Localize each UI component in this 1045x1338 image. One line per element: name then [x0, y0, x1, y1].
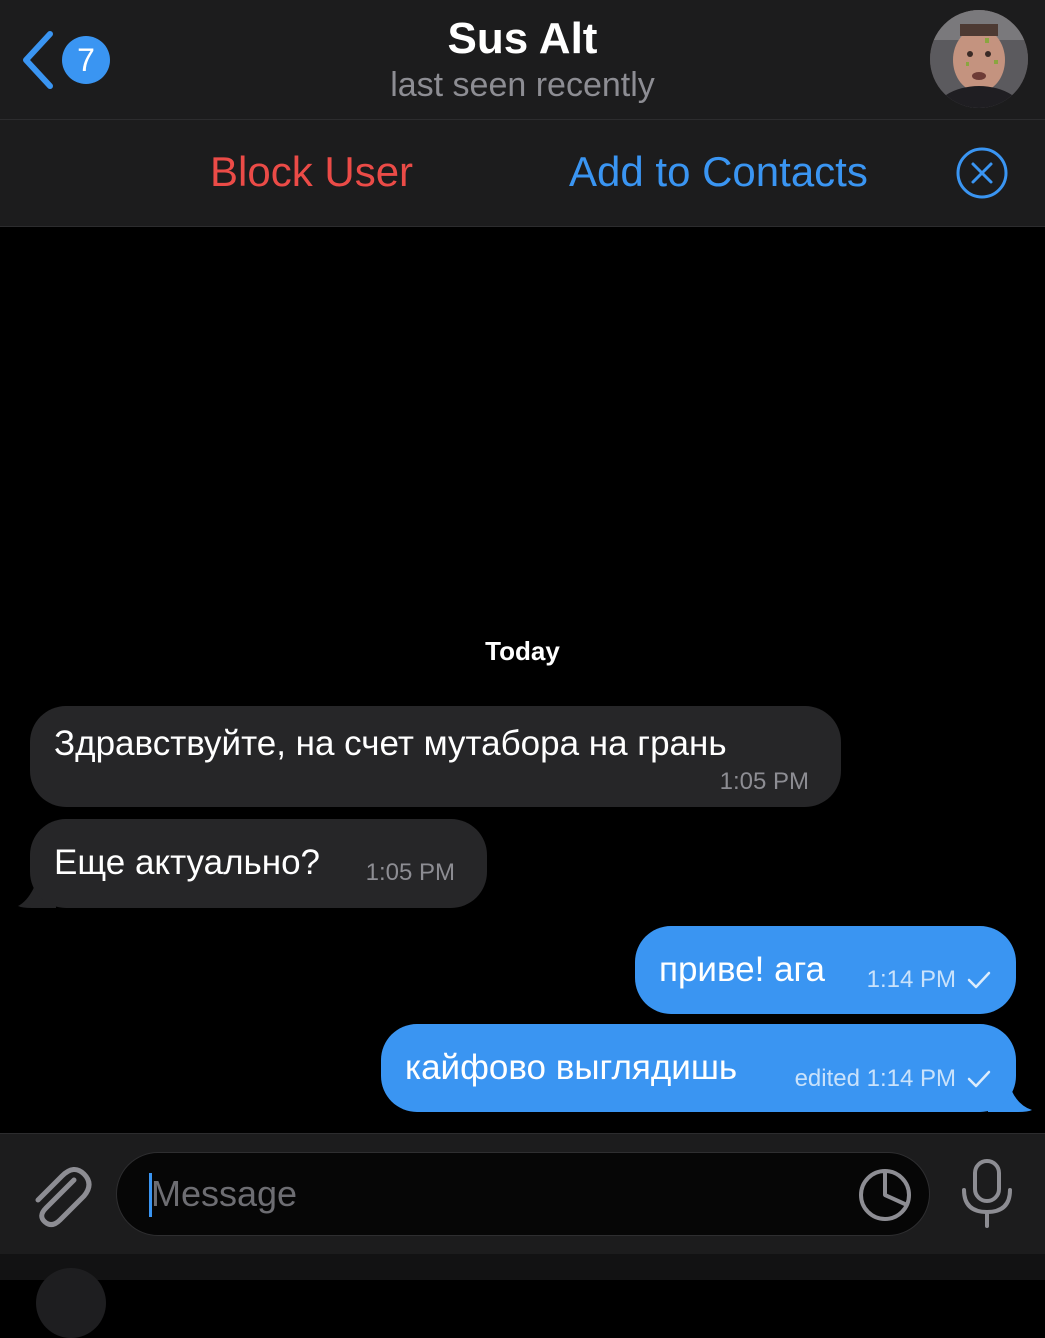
avatar[interactable] [930, 10, 1028, 108]
message-time: 1:14 PM [866, 966, 956, 993]
date-separator: Today [485, 636, 560, 666]
message-bubble-incoming[interactable]: Еще актуально? 1:05 PM [30, 819, 487, 908]
message-time: 1:05 PM [719, 768, 809, 795]
sticker-icon[interactable] [857, 1167, 913, 1223]
message-input[interactable]: Message [116, 1152, 930, 1236]
message-bubble-outgoing[interactable]: приве! ага 1:14 PM [635, 926, 1016, 1014]
close-icon[interactable] [955, 146, 1009, 200]
message-text: приве! ага [659, 950, 826, 989]
contact-action-bar: Block User Add to Contacts [0, 120, 1045, 227]
block-user-button[interactable]: Block User [210, 148, 413, 196]
keyboard-button-partial [36, 1268, 106, 1338]
add-to-contacts-button[interactable]: Add to Contacts [569, 148, 868, 196]
message-time: 1:05 PM [365, 859, 455, 886]
chat-header: 7 Sus Alt last seen recently [0, 0, 1045, 120]
message-placeholder: Message [151, 1173, 298, 1214]
paperclip-icon[interactable] [24, 1158, 92, 1230]
bottom-strip [0, 1254, 1045, 1280]
last-seen-status: last seen recently [390, 66, 655, 104]
message-bubble-incoming[interactable]: Здравствуйте, на счет мутабора на грань … [30, 706, 841, 807]
chat-title[interactable]: Sus Alt [0, 14, 1045, 64]
message-time: edited 1:14 PM [794, 1065, 956, 1092]
message-bubble-outgoing[interactable]: кайфово выглядишь edited 1:14 PM [381, 1024, 1016, 1112]
message-text: кайфово выглядишь [405, 1048, 738, 1087]
checkmark-icon [967, 971, 991, 989]
avatar-photo [930, 10, 1028, 108]
message-text: Здравствуйте, на счет мутабора на грань [54, 724, 727, 763]
checkmark-icon [967, 1070, 991, 1088]
message-composer: Message [0, 1133, 1045, 1254]
microphone-icon[interactable] [958, 1158, 1016, 1230]
message-text: Еще актуально? [54, 843, 321, 882]
